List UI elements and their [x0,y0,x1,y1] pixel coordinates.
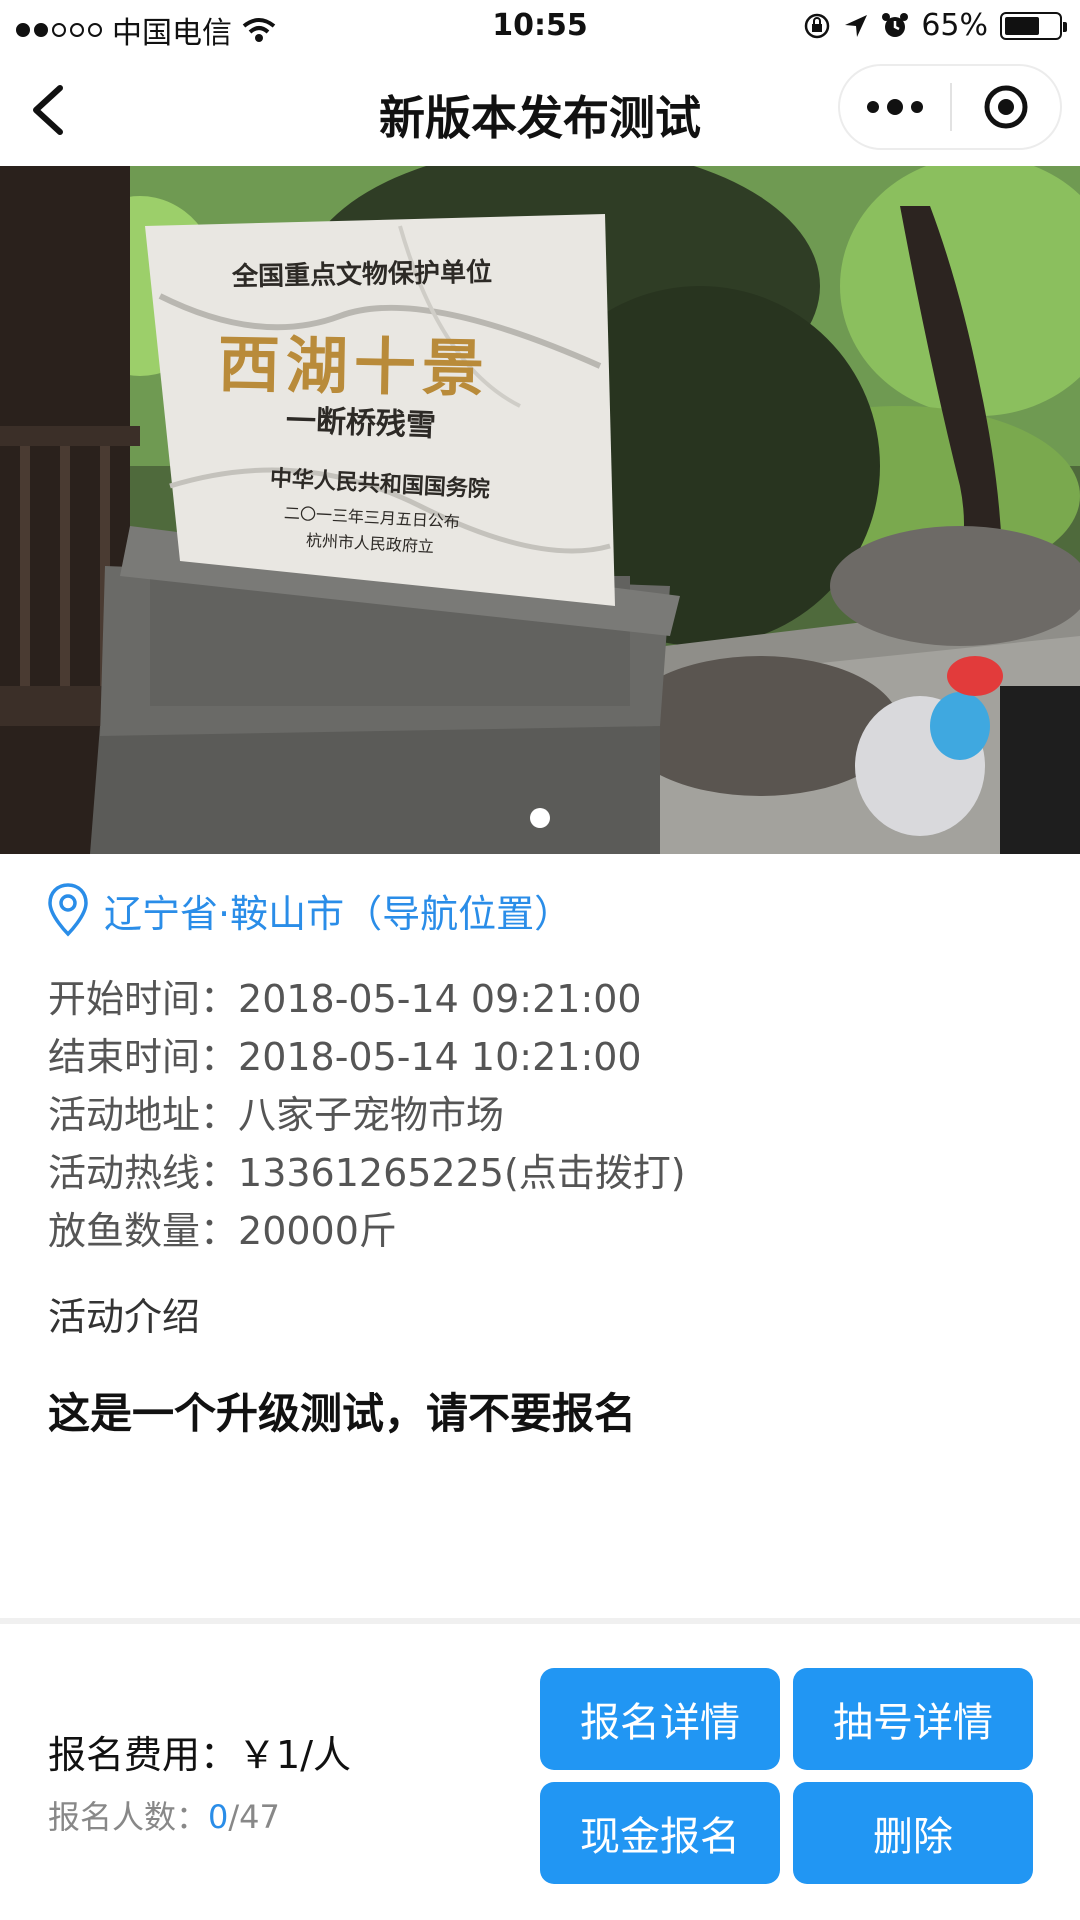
draw-detail-button[interactable]: 抽号详情 [793,1668,1033,1770]
cash-signup-button[interactable]: 现金报名 [540,1782,780,1884]
delete-button[interactable]: 删除 [793,1782,1033,1884]
fee-value: ￥1/人 [238,1733,351,1777]
carousel-indicator-dot[interactable] [530,808,550,828]
info-row-start-time: 开始时间：2018-05-14 09:21:00 [48,970,686,1028]
status-bar: 中国电信 10:55 65% [0,0,1080,54]
nav-bar: 新版本发布测试 [0,54,1080,166]
rotation-lock-icon [805,13,830,38]
info-row-end-time: 结束时间：2018-05-14 10:21:00 [48,1028,686,1086]
signup-fee: 报名费用：￥1/人 [48,1724,351,1779]
activity-photo[interactable]: 全国重点文物保护单位 西湖十景 一断桥残雪 中华人民共和国国务院 二〇一三年三月… [0,166,1080,854]
signup-count: 报名人数：0/47 [48,1792,280,1838]
hotline-value[interactable]: 13361265225(点击拨打) [238,1151,686,1195]
navigation-location-link[interactable]: 辽宁省·鞍山市（导航位置） [46,882,572,938]
location-text: 辽宁省·鞍山市（导航位置） [104,891,573,936]
fish-quantity-value: 20000斤 [238,1209,397,1253]
bottom-action-bar: 报名费用：￥1/人 报名人数：0/47 报名详情 抽号详情 现金报名 删除 [0,1618,1080,1920]
close-mini-program-icon[interactable] [952,66,1060,148]
activity-info: 开始时间：2018-05-14 09:21:00 结束时间：2018-05-14… [48,970,686,1260]
info-row-hotline[interactable]: 活动热线：13361265225(点击拨打) [48,1144,686,1202]
info-row-address: 活动地址：八家子宠物市场 [48,1086,686,1144]
status-right-group: 65% [803,8,1067,43]
more-icon[interactable] [840,66,950,148]
end-time-value: 2018-05-14 10:21:00 [238,1035,642,1079]
mini-program-capsule [838,64,1062,150]
plaque-title: 西湖十景 [217,327,491,406]
plaque-subtitle: 一断桥残雪 [285,403,437,444]
info-row-fish-quantity: 放鱼数量：20000斤 [48,1202,686,1260]
start-time-label: 开始时间： [48,977,239,1021]
fish-quantity-label: 放鱼数量： [48,1209,239,1253]
intro-text: 这是一个升级测试，请不要报名 [48,1389,637,1438]
alarm-icon [882,12,909,37]
location-pin-icon [48,883,88,937]
end-time-label: 结束时间： [48,1035,239,1079]
count-label: 报名人数： [48,1798,209,1836]
battery-icon [1000,11,1067,40]
plaque-line1: 全国重点文物保护单位 [231,257,493,293]
battery-percent: 65% [921,8,988,43]
intro-heading: 活动介绍 [48,1295,201,1339]
count-current: 0 [208,1798,229,1836]
location-arrow-icon [845,14,868,37]
address-value: 八家子宠物市场 [238,1093,505,1137]
start-time-value: 2018-05-14 09:21:00 [238,977,642,1021]
count-total: /47 [228,1798,280,1836]
hotline-label: 活动热线： [48,1151,239,1195]
signup-detail-button[interactable]: 报名详情 [540,1668,780,1770]
address-label: 活动地址： [48,1093,239,1137]
fee-label: 报名费用： [48,1733,239,1777]
